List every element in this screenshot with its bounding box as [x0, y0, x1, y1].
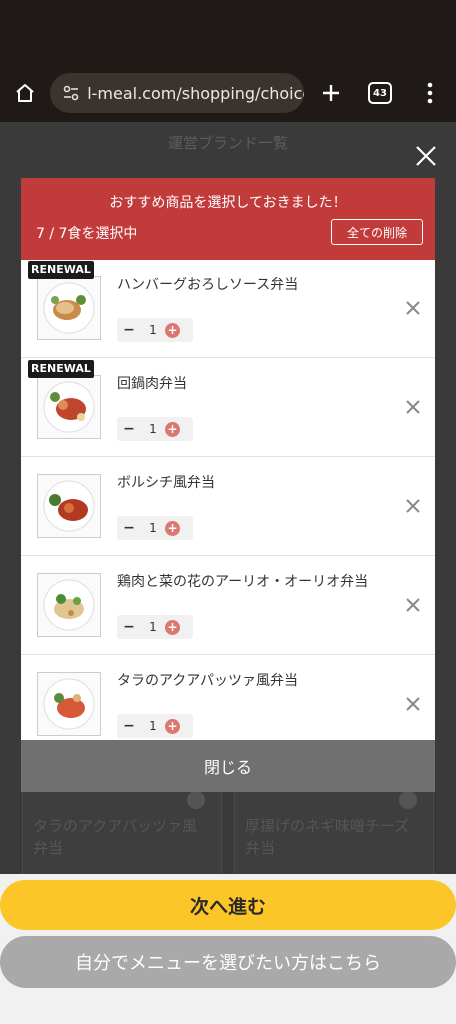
brand-list-header: 運営ブランド一覧 [167, 134, 288, 152]
quantity-value: 1 [149, 521, 157, 535]
quantity-value: 1 [149, 323, 157, 337]
increase-button[interactable]: + [165, 619, 180, 635]
decrease-button[interactable]: − [117, 619, 141, 635]
add-icon [399, 791, 417, 809]
status-bar [0, 0, 456, 64]
renewal-badge: RENEWAL [28, 261, 94, 279]
close-button[interactable]: 閉じる [21, 740, 435, 792]
cart-item: 鶏肉と菜の花のアーリオ・オーリオ弁当 − 1 + [21, 557, 435, 655]
decrease-button[interactable]: − [117, 520, 141, 536]
card-name: 厚揚げのネギ味噌チーズ弁当 [245, 817, 410, 857]
modal-title: おすすめ商品を選択しておきました！ [109, 195, 347, 211]
add-icon [187, 791, 205, 809]
cart-item: RENEWAL 回鍋肉弁当 − 1 + [21, 359, 435, 457]
meal-image [37, 573, 101, 637]
decrease-button[interactable]: − [117, 322, 141, 338]
browser-toolbar: l-meal.com/shopping/choice 43 [0, 64, 456, 122]
next-button[interactable]: 次へ進む [0, 880, 456, 930]
meal-image [37, 672, 101, 736]
modal-header: おすすめ商品を選択しておきました！ 7 / 7食を選択中 全ての削除 [21, 178, 435, 260]
quantity-stepper: − 1 + [117, 318, 193, 342]
cart-item: ボルシチ風弁当 − 1 + [21, 458, 435, 556]
quantity-stepper: − 1 + [117, 417, 193, 441]
address-bar[interactable]: l-meal.com/shopping/choice [50, 73, 304, 113]
new-tab-icon[interactable] [316, 78, 346, 108]
increase-button[interactable]: + [165, 520, 180, 536]
selected-items-modal: おすすめ商品を選択しておきました！ 7 / 7食を選択中 全ての削除 RENEW… [21, 178, 435, 792]
close-modal-icon[interactable] [412, 142, 440, 170]
quantity-stepper: − 1 + [117, 714, 193, 738]
increase-button[interactable]: + [165, 718, 180, 734]
quantity-stepper: − 1 + [117, 516, 193, 540]
card-name: タラのアクアパッツァ風弁当 [33, 817, 197, 857]
meal-image [37, 474, 101, 538]
quantity-value: 1 [149, 620, 157, 634]
item-name: 回鍋肉弁当 [117, 376, 187, 392]
remove-item-icon[interactable] [403, 397, 423, 417]
quantity-stepper: − 1 + [117, 615, 193, 639]
item-name: ボルシチ風弁当 [117, 475, 215, 491]
selection-count: 7 / 7食を選択中 [36, 226, 138, 242]
choose-menu-myself-button[interactable]: 自分でメニューを選びたい方はこちら [0, 936, 456, 988]
meal-image [37, 375, 101, 439]
item-name: タラのアクアパッツァ風弁当 [117, 673, 299, 689]
background-card: 厚揚げのネギ味噌チーズ弁当 [234, 782, 434, 874]
remove-item-icon[interactable] [403, 595, 423, 615]
meal-image [37, 276, 101, 340]
increase-button[interactable]: + [165, 421, 180, 437]
bottom-action-bar: 次へ進む 自分でメニューを選びたい方はこちら [0, 874, 456, 1024]
remove-item-icon[interactable] [403, 298, 423, 318]
quantity-value: 1 [149, 719, 157, 733]
site-settings-icon[interactable] [60, 82, 81, 104]
tab-switcher-button[interactable]: 43 [368, 82, 392, 104]
decrease-button[interactable]: − [117, 718, 141, 734]
remove-item-icon[interactable] [403, 694, 423, 714]
more-menu-icon[interactable] [418, 78, 442, 108]
decrease-button[interactable]: − [117, 421, 141, 437]
home-icon[interactable] [10, 78, 40, 108]
delete-all-button[interactable]: 全ての削除 [331, 219, 423, 245]
background-card: タラのアクアパッツァ風弁当 [22, 782, 222, 874]
renewal-badge: RENEWAL [28, 360, 94, 378]
url-text: l-meal.com/shopping/choice [87, 83, 304, 103]
item-name: 鶏肉と菜の花のアーリオ・オーリオ弁当 [117, 574, 369, 590]
item-name: ハンバーグおろしソース弁当 [117, 277, 299, 293]
quantity-value: 1 [149, 422, 157, 436]
remove-item-icon[interactable] [403, 496, 423, 516]
cart-item: RENEWAL ハンバーグおろしソース弁当 − 1 + [21, 260, 435, 358]
increase-button[interactable]: + [165, 322, 180, 338]
